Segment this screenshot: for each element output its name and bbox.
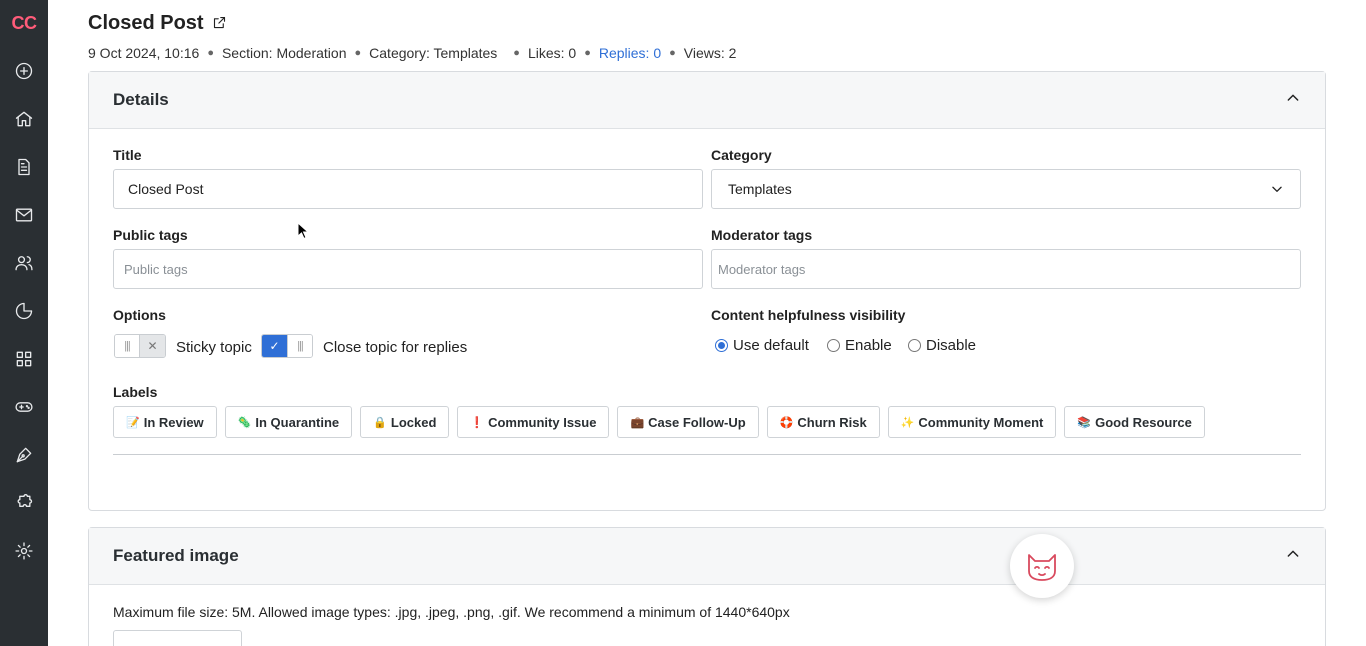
users-icon[interactable] bbox=[12, 251, 36, 275]
pie-chart-icon[interactable] bbox=[12, 299, 36, 323]
radio-circle bbox=[908, 339, 921, 352]
title-input[interactable] bbox=[113, 169, 703, 209]
label-text: Good Resource bbox=[1095, 414, 1192, 430]
divider bbox=[113, 454, 1301, 455]
label-text: Community Moment bbox=[918, 414, 1044, 430]
label-chip-case-follow-up[interactable]: 💼 Case Follow-Up bbox=[617, 406, 759, 438]
featured-image-card: Featured image Maximum file size: 5M. Al… bbox=[88, 527, 1326, 646]
sparkles-icon: ✨ bbox=[900, 416, 915, 429]
post-replies-link[interactable]: Replies: 0 bbox=[599, 45, 661, 61]
label-text: Community Issue bbox=[488, 414, 597, 430]
public-tags-input[interactable] bbox=[113, 249, 703, 289]
close-topic-toggle[interactable]: ✓ ||| bbox=[261, 334, 313, 358]
label-text: In Quarantine bbox=[255, 414, 340, 430]
chevron-down-icon bbox=[1272, 186, 1282, 192]
featured-image-help: Maximum file size: 5M. Allowed image typ… bbox=[113, 604, 790, 620]
radio-label: Use default bbox=[733, 337, 809, 354]
label-chip-community-moment[interactable]: ✨ Community Moment bbox=[887, 406, 1057, 438]
memo-icon: 📝 bbox=[126, 416, 140, 429]
radio-label: Enable bbox=[845, 337, 892, 354]
chevron-up-icon[interactable] bbox=[1285, 90, 1301, 111]
sticky-topic-label: Sticky topic bbox=[176, 339, 252, 356]
post-category: Category: Templates bbox=[369, 45, 498, 61]
title-label: Title bbox=[113, 147, 142, 163]
label-chip-churn-risk[interactable]: 🛟 Churn Risk bbox=[766, 406, 880, 438]
chevron-up-icon[interactable] bbox=[1285, 546, 1301, 567]
label-text: In Review bbox=[143, 414, 204, 430]
gear-icon[interactable] bbox=[12, 539, 36, 563]
upload-image-button[interactable]: Upload image bbox=[113, 630, 242, 646]
radio-label: Disable bbox=[926, 337, 977, 354]
label-chip-in-quarantine[interactable]: 🦠 In Quarantine bbox=[224, 406, 353, 438]
post-title: Closed Post bbox=[88, 11, 204, 34]
details-card: Details Title Category Templates Public … bbox=[88, 71, 1326, 511]
check-icon: ✓ bbox=[262, 335, 287, 357]
lock-icon: 🔒 bbox=[373, 416, 387, 429]
plus-circle-icon[interactable] bbox=[12, 59, 36, 83]
labels-list: 📝 In Review 🦠 In Quarantine 🔒 Locked ❗ Commu… bbox=[113, 406, 1205, 438]
x-icon: ✕ bbox=[140, 335, 165, 357]
details-heading: Details bbox=[113, 90, 169, 109]
lifebuoy-icon: 🛟 bbox=[779, 416, 794, 429]
toggle-grip-icon: ||| bbox=[286, 335, 312, 357]
exclamation-icon: ❗ bbox=[470, 416, 485, 429]
radio-circle bbox=[715, 339, 728, 352]
label-chip-in-review[interactable]: 📝 In Review bbox=[113, 406, 217, 438]
sidebar: CC bbox=[0, 0, 48, 646]
details-header[interactable]: Details bbox=[89, 72, 1325, 129]
category-label: Category bbox=[711, 147, 772, 163]
radio-circle bbox=[827, 339, 840, 352]
options-label: Options bbox=[113, 307, 166, 323]
mail-icon[interactable] bbox=[12, 203, 36, 227]
label-chip-good-resource[interactable]: 📚 Good Resource bbox=[1064, 406, 1205, 438]
separator-dot: ● bbox=[584, 47, 591, 59]
app-logo[interactable]: CC bbox=[0, 6, 48, 40]
public-tags-label: Public tags bbox=[113, 227, 188, 243]
post-date: 9 Oct 2024, 10:16 bbox=[88, 45, 200, 61]
post-meta: 9 Oct 2024, 10:16 ● Section: Moderation … bbox=[88, 44, 736, 62]
label-text: Churn Risk bbox=[797, 414, 867, 430]
category-select[interactable]: Templates bbox=[711, 169, 1301, 209]
helpfulness-label: Content helpfulness visibility bbox=[711, 307, 906, 323]
post-section: Section: Moderation bbox=[221, 45, 347, 61]
category-value: Templates bbox=[728, 181, 792, 197]
mouse-cursor-icon bbox=[297, 222, 309, 240]
main-content: Closed Post 9 Oct 2024, 10:16 ● Section:… bbox=[48, 0, 1366, 646]
radio-use-default[interactable]: Use default bbox=[715, 337, 809, 354]
labels-heading: Labels bbox=[113, 384, 158, 400]
label-text: Case Follow-Up bbox=[648, 414, 746, 430]
post-likes: Likes: 0 bbox=[527, 45, 577, 61]
radio-disable[interactable]: Disable bbox=[908, 337, 976, 354]
separator-dot: ● bbox=[669, 47, 676, 59]
books-icon: 📚 bbox=[1077, 416, 1092, 429]
moderator-tags-input[interactable] bbox=[711, 249, 1301, 289]
external-link-icon[interactable] bbox=[212, 15, 228, 31]
post-views: Views: 2 bbox=[683, 45, 737, 61]
label-chip-community-issue[interactable]: ❗ Community Issue bbox=[457, 406, 610, 438]
label-text: Locked bbox=[390, 414, 437, 430]
home-icon[interactable] bbox=[12, 107, 36, 131]
featured-image-header[interactable]: Featured image bbox=[89, 528, 1325, 585]
puzzle-icon[interactable] bbox=[12, 491, 36, 515]
document-icon[interactable] bbox=[12, 155, 36, 179]
assistant-cat-icon[interactable] bbox=[1010, 534, 1074, 598]
grid-icon[interactable] bbox=[12, 347, 36, 371]
gamepad-icon[interactable] bbox=[12, 395, 36, 419]
microbe-icon: 🦠 bbox=[237, 416, 252, 429]
sticky-topic-toggle[interactable]: ||| ✕ bbox=[114, 334, 166, 358]
separator-dot: ● bbox=[513, 47, 520, 59]
featured-image-heading: Featured image bbox=[113, 546, 239, 565]
page-title: Closed Post bbox=[88, 10, 228, 36]
close-topic-label: Close topic for replies bbox=[323, 339, 468, 356]
radio-enable[interactable]: Enable bbox=[827, 337, 892, 354]
pen-icon[interactable] bbox=[12, 443, 36, 467]
separator-dot: ● bbox=[354, 47, 362, 59]
separator-dot: ● bbox=[207, 47, 214, 59]
toggle-grip-icon: ||| bbox=[115, 335, 141, 357]
briefcase-icon: 💼 bbox=[630, 416, 645, 429]
moderator-tags-label: Moderator tags bbox=[711, 227, 813, 243]
label-chip-locked[interactable]: 🔒 Locked bbox=[360, 406, 450, 438]
